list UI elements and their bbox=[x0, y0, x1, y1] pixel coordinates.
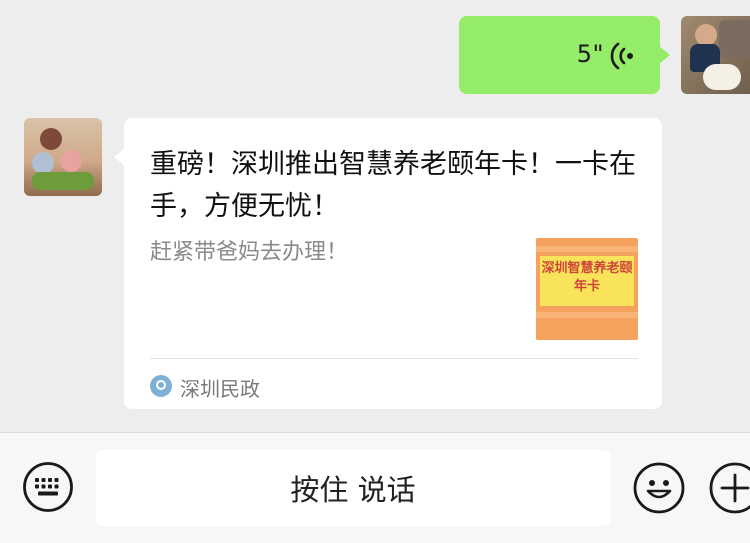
link-card-divider bbox=[150, 358, 638, 359]
link-card-source: 深圳民政 bbox=[180, 377, 260, 401]
source-logo-icon bbox=[150, 375, 172, 397]
link-card-thumbnail: 深圳智慧养老颐年卡 bbox=[536, 238, 638, 340]
avatar-self[interactable] bbox=[681, 16, 750, 94]
link-card-description: 赶紧带爸妈去办理！ bbox=[150, 240, 349, 265]
chat-area[interactable]: 5" 重磅！深圳推出智慧养老颐年卡！一卡在手，方便无忧！ 赶紧带爸妈去办理！ 深… bbox=[0, 0, 750, 432]
voice-wave-icon bbox=[610, 42, 633, 70]
hold-to-talk-button[interactable]: 按住 说话 bbox=[96, 450, 610, 526]
voice-message-bubble[interactable]: 5" bbox=[459, 16, 670, 94]
voice-duration: 5" bbox=[576, 40, 604, 68]
link-card-title: 重磅！深圳推出智慧养老颐年卡！一卡在手，方便无忧！ bbox=[150, 149, 636, 222]
emoji-icon[interactable] bbox=[632, 461, 686, 515]
keyboard-icon[interactable] bbox=[22, 461, 74, 513]
avatar-contact[interactable] bbox=[24, 118, 102, 196]
link-card-message[interactable]: 重磅！深圳推出智慧养老颐年卡！一卡在手，方便无忧！ 赶紧带爸妈去办理！ 深圳智慧… bbox=[114, 118, 662, 409]
link-card-thumbnail-text: 深圳智慧养老颐年卡 bbox=[541, 261, 633, 294]
plus-icon[interactable] bbox=[708, 461, 750, 515]
